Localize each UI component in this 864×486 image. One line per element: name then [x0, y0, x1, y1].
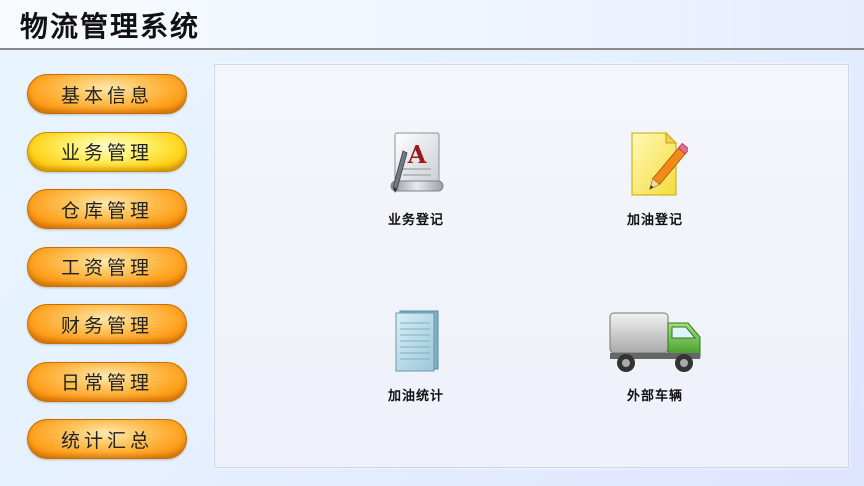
tile-label: 加油登记	[626, 213, 683, 228]
sidebar-item-label: 工资管理	[60, 257, 153, 279]
sidebar-item-label: 基本信息	[60, 84, 153, 107]
notepad-pencil-icon	[585, 125, 725, 199]
sidebar-item-finance-management[interactable]: 财务管理	[27, 304, 187, 344]
app-title: 物流管理系统	[20, 10, 201, 43]
ledger-book-icon	[346, 301, 486, 375]
title-bar: 物流管理系统	[0, 0, 864, 50]
tile-label: 外部车辆	[626, 389, 683, 404]
sidebar-item-basic-info[interactable]: 基本信息	[27, 74, 187, 114]
tile-business-register[interactable]: A 业务登记	[346, 125, 486, 228]
sidebar-item-label: 统计汇总	[60, 429, 153, 452]
tile-external-vehicles[interactable]: 外部车辆	[585, 301, 725, 404]
tile-refuel-register[interactable]: 加油登记	[585, 125, 725, 228]
document-letter-a-icon: A	[346, 125, 486, 199]
sidebar-item-label: 仓库管理	[60, 199, 153, 222]
sidebar-item-business-management[interactable]: 业务管理	[27, 131, 187, 172]
svg-text:A: A	[407, 140, 427, 169]
sidebar-item-label: 财务管理	[60, 314, 153, 337]
sidebar-item-statistics-summary[interactable]: 统计汇总	[27, 419, 187, 459]
tile-refuel-statistics[interactable]: 加油统计	[346, 301, 486, 404]
sidebar-nav: 基本信息 业务管理 仓库管理 工资管理 财务管理 日常管理 统计汇总	[27, 74, 189, 477]
tile-label: 加油统计	[387, 389, 444, 404]
sidebar-item-salary-management[interactable]: 工资管理	[27, 246, 187, 287]
main-panel: A 业务登记 加油登记 加油统计 外部车辆	[214, 64, 849, 468]
tile-label: 业务登记	[387, 213, 444, 228]
sidebar-item-daily-management[interactable]: 日常管理	[27, 361, 187, 402]
sidebar-item-warehouse-management[interactable]: 仓库管理	[27, 189, 187, 229]
sidebar-item-label: 日常管理	[60, 372, 153, 394]
truck-icon	[585, 301, 725, 375]
sidebar-item-label: 业务管理	[60, 142, 153, 164]
